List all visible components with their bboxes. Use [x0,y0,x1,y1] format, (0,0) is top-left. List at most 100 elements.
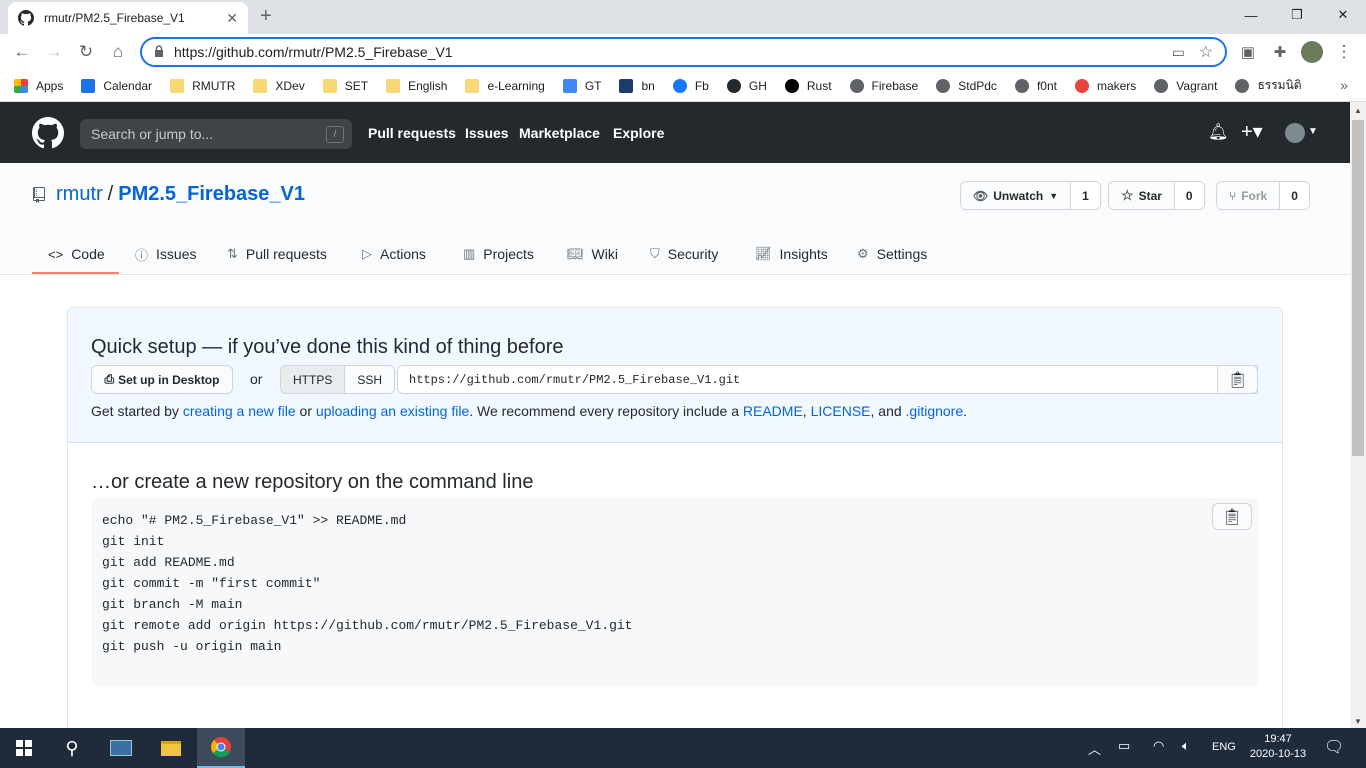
watchers-count[interactable]: 1 [1071,182,1100,209]
bookmark-item[interactable]: Fb [672,78,709,93]
notification-center-icon[interactable]: 🗨︎ [1324,737,1344,757]
bookmark-item[interactable]: GT [562,78,601,93]
clone-url-input[interactable]: https://github.com/rmutr/PM2.5_Firebase_… [397,365,1258,394]
header-pull-requests-link[interactable]: Pull requests [368,125,456,141]
bookmark-item[interactable]: ธรรมนิติ [1235,76,1302,95]
wifi-icon[interactable]: ◠ [1153,738,1164,754]
file-explorer-icon[interactable] [147,728,195,768]
tab-title: rmutr/PM2.5_Firebase_V1 [44,11,185,25]
star-button[interactable]: ☆ Star [1109,182,1175,209]
search-placeholder: Search or jump to... [91,126,214,142]
battery-icon[interactable]: ▭ [1118,738,1130,754]
scrollbar-thumb[interactable] [1352,120,1364,456]
bookmark-star-icon[interactable]: ☆ [1199,42,1213,62]
bookmark-item[interactable]: f0nt [1014,78,1057,93]
bookmark-item[interactable]: Firebase [849,78,918,93]
https-toggle[interactable]: HTTPS [281,366,346,393]
bookmark-item[interactable]: XDev [253,78,305,93]
bookmark-item[interactable]: RMUTR [170,78,235,93]
bookmark-item[interactable]: Rust [784,78,832,93]
user-menu-caret-icon[interactable]: ▼ [1308,126,1318,137]
ssh-toggle[interactable]: SSH [345,366,395,393]
tab-code[interactable]: <> Code [48,234,105,274]
browser-tab[interactable]: rmutr/PM2.5_Firebase_V1 ✕ [8,2,248,34]
tab-insights[interactable]: 📈︎ Insights [755,234,828,274]
bookmark-item[interactable]: bn [619,78,655,93]
code-line: git add README.md [102,555,235,570]
back-icon[interactable]: ← [12,42,32,62]
clipboard-icon: 📋︎ [1221,508,1243,526]
extensions-puzzle-icon[interactable]: ✚ [1270,42,1290,62]
tab-wiki[interactable]: 📖︎ Wiki [567,234,618,274]
bookmark-item[interactable]: Vagrant [1154,78,1217,93]
fork-button[interactable]: ⑂ Fork [1217,182,1281,209]
create-new-file-link[interactable]: creating a new file [183,403,296,419]
new-tab-button[interactable]: + [260,6,272,26]
create-new-plus-icon[interactable]: +▾ [1241,119,1263,144]
close-tab-icon[interactable]: ✕ [226,10,238,27]
bookmark-item[interactable]: English [386,78,447,93]
cast-icon[interactable]: ▭ [1172,44,1185,61]
bookmarks-overflow-icon[interactable]: » [1340,77,1348,93]
home-icon[interactable]: ⌂ [108,42,128,62]
scroll-down-icon[interactable]: ▼ [1354,717,1362,726]
unwatch-button[interactable]: 👁︎ Unwatch ▼ [961,182,1072,209]
address-bar[interactable]: https://github.com/rmutr/PM2.5_Firebase_… [140,37,1227,67]
repo-name-link[interactable]: PM2.5_Firebase_V1 [118,183,305,206]
task-manager-icon[interactable] [97,728,145,768]
setup-desktop-button[interactable]: ⎙ Set up in Desktop [91,365,233,394]
minimize-icon[interactable]: — [1228,0,1274,30]
code-line: git branch -M main [102,597,243,612]
bookmark-item[interactable]: Calendar [81,78,152,93]
maximize-icon[interactable]: ❐ [1274,0,1320,30]
system-clock[interactable]: 19:47 2020-10-13 [1236,732,1320,762]
copy-url-button[interactable]: 📋︎ [1217,365,1258,394]
upload-file-link[interactable]: uploading an existing file [316,403,469,419]
github-logo-icon[interactable] [32,117,64,149]
user-avatar[interactable] [1285,123,1305,143]
chrome-taskbar-icon[interactable] [197,728,245,768]
bookmark-item[interactable]: Apps [14,78,63,93]
chrome-menu-icon[interactable]: ⋮ [1334,42,1354,62]
gitignore-link[interactable]: .gitignore [906,403,964,419]
readme-link[interactable]: README [743,403,803,419]
copy-commands-button[interactable]: 📋︎ [1212,503,1252,530]
scroll-up-icon[interactable]: ▲ [1354,106,1362,115]
bookmark-item[interactable]: SET [322,78,368,93]
page-scrollbar[interactable]: ▲ ▼ [1350,102,1366,728]
globe-icon [1154,78,1169,93]
tab-pull-requests[interactable]: ⇅ Pull requests [227,234,327,274]
bookmark-item[interactable]: StdPdc [936,78,997,93]
tab-actions[interactable]: ▷ Actions [362,234,426,274]
license-link[interactable]: LICENSE [811,403,871,419]
search-shortcut-key: / [326,126,344,143]
forks-count[interactable]: 0 [1280,182,1309,209]
window-close-icon[interactable]: ✕ [1320,0,1366,30]
reload-icon[interactable]: ↻ [76,42,96,62]
input-language[interactable]: ENG [1212,741,1236,753]
volume-icon[interactable]: 🔈︎ [1182,738,1190,754]
star-button-group: ☆ Star 0 [1108,181,1205,210]
forward-icon[interactable]: → [44,42,64,62]
header-issues-link[interactable]: Issues [465,125,509,141]
header-explore-link[interactable]: Explore [613,125,664,141]
bookmark-item[interactable]: makers [1074,78,1136,93]
tab-security[interactable]: ⛉ Security [650,234,718,274]
header-marketplace-link[interactable]: Marketplace [519,125,600,141]
bookmark-label: XDev [275,78,305,93]
tab-issues[interactable]: ⓘ Issues [135,234,196,274]
notifications-bell-icon[interactable]: 🔔︎ [1208,122,1228,142]
tab-projects[interactable]: ▥ Projects [463,234,534,274]
quick-setup-title: Quick setup — if you’ve done this kind o… [91,336,564,358]
repo-owner-link[interactable]: rmutr [56,183,103,206]
search-icon[interactable]: ⚲ [48,728,96,768]
stars-count[interactable]: 0 [1174,182,1204,209]
windows-start-icon[interactable] [0,728,48,768]
tab-settings[interactable]: ⚙ Settings [857,234,927,274]
github-search-input[interactable]: Search or jump to... / [80,119,352,149]
tray-chevron-up-icon[interactable]: ︿ [1088,739,1101,758]
bookmark-item[interactable]: GH [726,78,767,93]
extension-chat-icon[interactable]: ▣ [1238,42,1258,62]
profile-avatar[interactable] [1301,41,1323,63]
bookmark-item[interactable]: e-Learning [465,78,545,93]
